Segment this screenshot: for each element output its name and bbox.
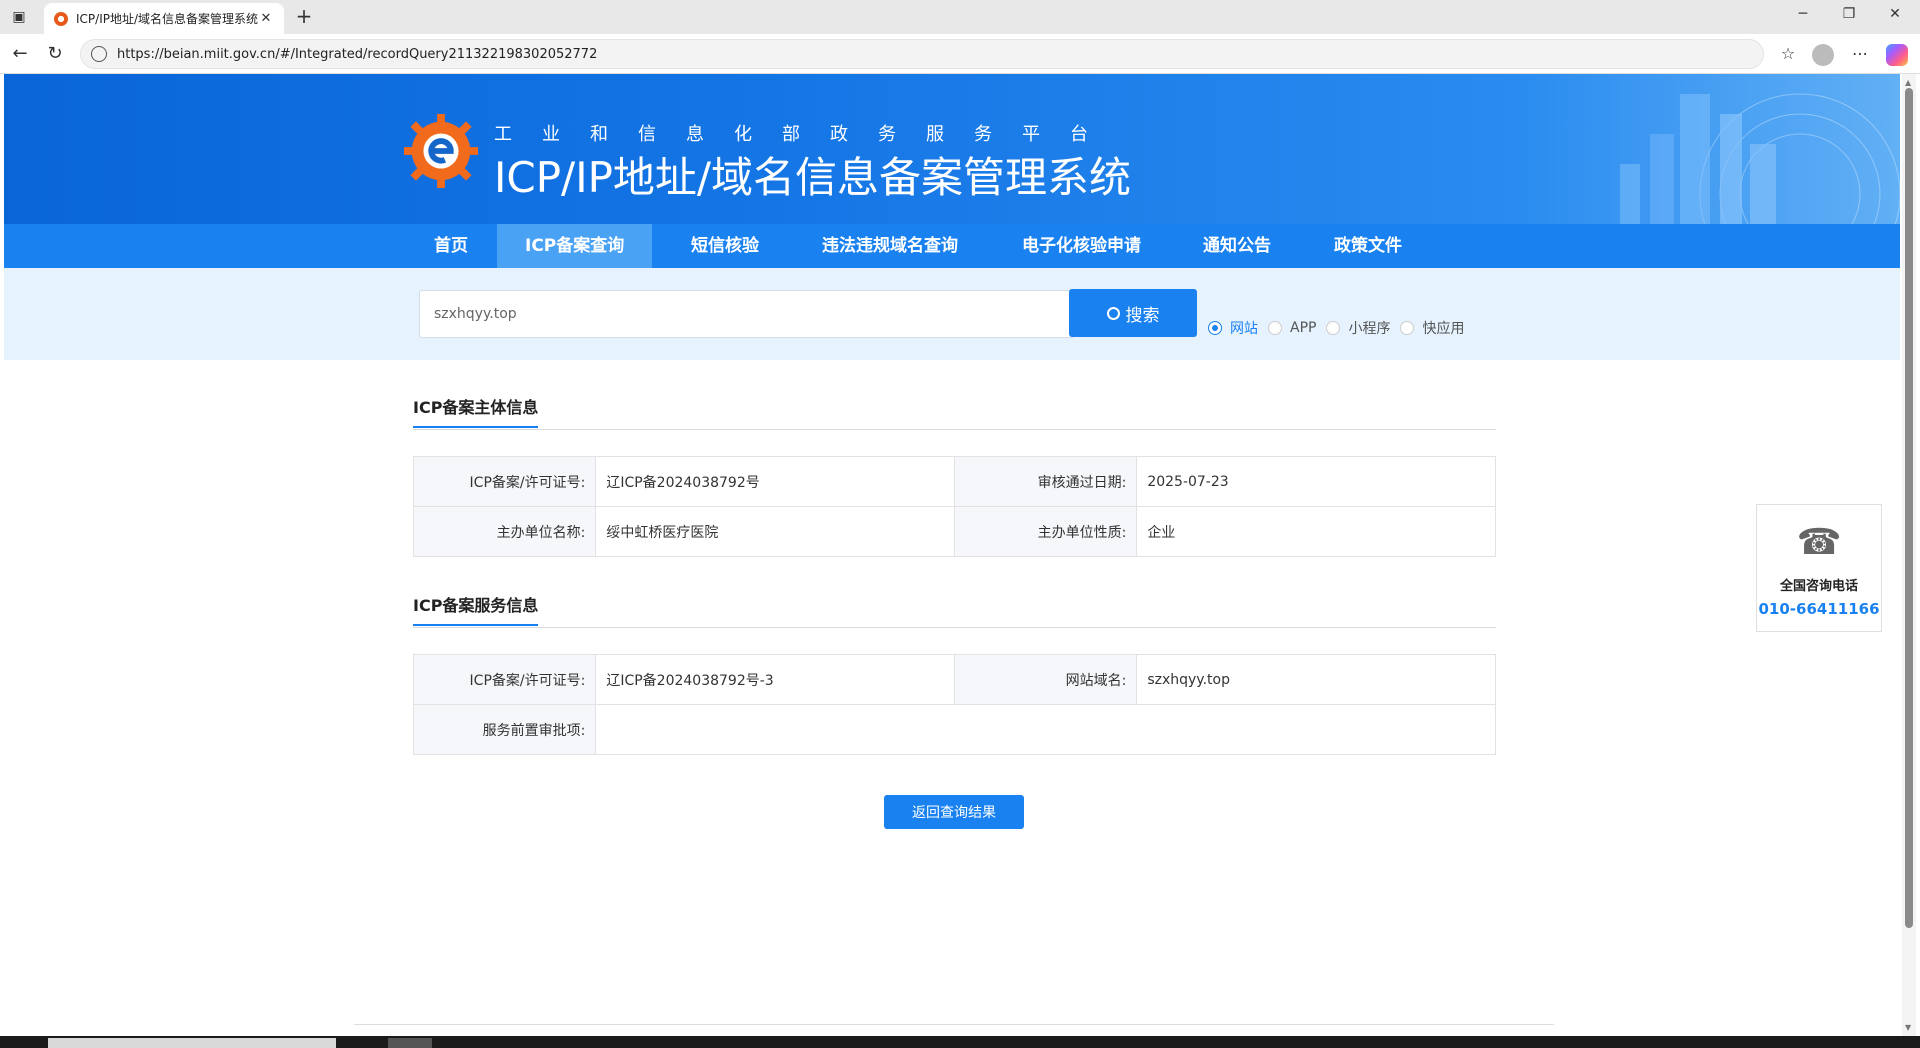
cell-value: 辽ICP备2024038792号 [595, 456, 955, 507]
browser-tab-bar: ▣ ICP/IP地址/域名信息备案管理系统 ✕ + ─ ❐ ✕ [0, 0, 1920, 34]
nav-illegal-domain[interactable]: 违法违规域名查询 [794, 224, 986, 268]
nav-home[interactable]: 首页 [406, 224, 496, 268]
site-favicon-icon [54, 11, 68, 26]
table-row: ICP备案/许可证号: 辽ICP备2024038792号-3 网站域名: szx… [412, 654, 1496, 705]
cell-value: 辽ICP备2024038792号-3 [595, 654, 955, 705]
nav-sms-verify[interactable]: 短信核验 [663, 224, 787, 268]
cell-value: 企业 [1136, 506, 1496, 557]
search-icon [1106, 306, 1120, 320]
radio-label: APP [1290, 320, 1317, 336]
cell-label: 网站域名: [953, 654, 1138, 705]
table-row: ICP备案/许可证号: 辽ICP备2024038792号 审核通过日期: 202… [412, 456, 1496, 507]
tab-actions-icon[interactable]: ▣ [8, 6, 30, 28]
url-text: https://beian.miit.gov.cn/#/Integrated/r… [117, 46, 598, 62]
subject-section-title: ICP备案主体信息 [413, 394, 539, 428]
globe-icon [91, 46, 107, 62]
hotline-label: 全国咨询电话 [1779, 579, 1858, 594]
nav-e-verify[interactable]: 电子化核验申请 [994, 224, 1169, 268]
radio-dot-icon [1326, 321, 1341, 335]
section-divider [413, 429, 1496, 430]
radio-dot-icon [1208, 321, 1222, 335]
taskbar-search[interactable] [48, 1038, 336, 1048]
search-button-label: 搜索 [1125, 305, 1160, 326]
scroll-up-icon[interactable]: ▲ [1905, 78, 1911, 87]
miit-logo-icon [403, 113, 479, 189]
city-decoration-icon [1620, 93, 1900, 224]
os-taskbar [0, 1036, 1920, 1048]
tab-close-icon[interactable]: ✕ [258, 11, 274, 26]
back-to-results-button[interactable]: 返回查询结果 [884, 795, 1024, 829]
service-info-table: ICP备案/许可证号: 辽ICP备2024038792号-3 网站域名: szx… [412, 654, 1496, 755]
tab-title: ICP/IP地址/域名信息备案管理系统 [76, 12, 258, 26]
cell-label: ICP备案/许可证号: [412, 654, 597, 705]
cell-value: szxhqyy.top [1136, 654, 1496, 705]
hotline-widget[interactable]: ☎ 全国咨询电话 010-66411166 [1756, 504, 1882, 632]
footer-divider [354, 1024, 1554, 1025]
radio-label: 小程序 [1348, 321, 1391, 337]
back-icon[interactable]: ← [8, 42, 32, 66]
page-viewport: 工业和信息化部政务服务平台 ICP/IP地址/域名信息备案管理系统 首页 ICP… [4, 74, 1900, 1036]
main-nav: 首页 ICP备案查询 短信核验 违法违规域名查询 电子化核验申请 通知公告 政策… [4, 224, 1900, 268]
address-bar-row: ← ↻ https://beian.miit.gov.cn/#/Integrat… [0, 34, 1920, 74]
restore-icon[interactable]: ❐ [1834, 6, 1864, 28]
section-divider [413, 627, 1496, 628]
system-title: ICP/IP地址/域名信息备案管理系统 [494, 153, 1132, 202]
nav-notices[interactable]: 通知公告 [1175, 224, 1299, 268]
type-radio-group: 网站 APP 小程序 快应用 [1208, 318, 1474, 338]
radio-mini-program[interactable]: 小程序 [1326, 318, 1390, 338]
service-section-title: ICP备案服务信息 [413, 592, 539, 626]
minimize-icon[interactable]: ─ [1788, 6, 1818, 28]
taskbar-app[interactable] [388, 1038, 432, 1048]
site-header-banner: 工业和信息化部政务服务平台 ICP/IP地址/域名信息备案管理系统 [4, 74, 1900, 224]
cell-label: 服务前置审批项: [412, 704, 597, 755]
table-row: 服务前置审批项: [412, 704, 1496, 755]
telephone-icon: ☎ [1796, 522, 1842, 563]
search-area: szxhqyy.top 搜索 网站 APP 小程序 快应用 [4, 268, 1900, 360]
scroll-down-icon[interactable]: ▼ [1905, 1023, 1911, 1032]
cell-value: 绥中虹桥医疗医院 [595, 506, 955, 557]
more-menu-icon[interactable]: ⋯ [1848, 42, 1872, 66]
cell-label: 主办单位名称: [412, 506, 597, 557]
profile-avatar[interactable] [1812, 44, 1834, 66]
window-close-icon[interactable]: ✕ [1880, 6, 1910, 28]
hotline-number: 010-66411166 [1758, 600, 1880, 618]
cell-value [595, 704, 1496, 755]
new-tab-icon[interactable]: + [292, 5, 316, 29]
page-scrollbar[interactable]: ▲ ▼ [1902, 74, 1916, 1036]
radio-dot-icon [1268, 321, 1282, 335]
radio-quick-app[interactable]: 快应用 [1400, 318, 1464, 338]
cell-label: ICP备案/许可证号: [412, 456, 597, 507]
radio-label: 网站 [1230, 321, 1258, 337]
platform-subtitle: 工业和信息化部政务服务平台 [494, 124, 1118, 145]
scroll-thumb[interactable] [1905, 88, 1913, 928]
cell-label: 主办单位性质: [953, 506, 1138, 557]
nav-icp-query[interactable]: ICP备案查询 [497, 224, 653, 268]
url-field[interactable]: https://beian.miit.gov.cn/#/Integrated/r… [80, 39, 1764, 69]
browser-tab[interactable]: ICP/IP地址/域名信息备案管理系统 ✕ [44, 3, 284, 34]
subject-info-table: ICP备案/许可证号: 辽ICP备2024038792号 审核通过日期: 202… [412, 456, 1496, 557]
search-button[interactable]: 搜索 [1069, 289, 1197, 337]
radio-label: 快应用 [1422, 321, 1465, 337]
search-input-value: szxhqyy.top [434, 306, 517, 322]
table-row: 主办单位名称: 绥中虹桥医疗医院 主办单位性质: 企业 [412, 506, 1496, 557]
radio-app[interactable]: APP [1268, 320, 1316, 336]
copilot-icon[interactable] [1886, 44, 1908, 66]
search-input[interactable]: szxhqyy.top [419, 290, 1074, 338]
cell-value: 2025-07-23 [1136, 456, 1496, 507]
refresh-icon[interactable]: ↻ [43, 42, 67, 66]
nav-policies[interactable]: 政策文件 [1306, 224, 1430, 268]
radio-website[interactable]: 网站 [1208, 318, 1258, 338]
favorites-icon[interactable]: ☆ [1776, 42, 1800, 66]
radio-dot-icon [1400, 321, 1415, 335]
cell-label: 审核通过日期: [953, 456, 1138, 507]
